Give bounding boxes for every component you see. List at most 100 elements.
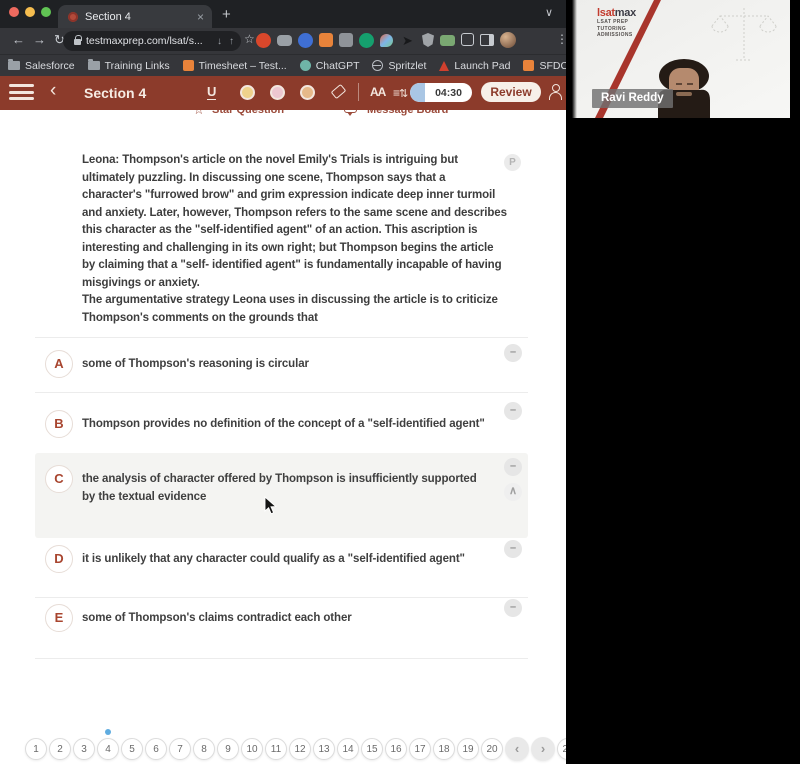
browser-window: Section 4 × + ∨ ← → ↻ testmaxprep.com/ls… — [0, 0, 566, 764]
extension-icon[interactable]: ➤ — [399, 32, 416, 49]
window-minimize-button[interactable] — [25, 7, 35, 17]
page-button-12[interactable]: 12 — [289, 738, 311, 760]
browser-tab[interactable]: Section 4 × — [58, 5, 212, 28]
extension-icon[interactable] — [339, 33, 353, 47]
bookmark-salesforce[interactable]: Salesforce — [8, 59, 75, 72]
tab-title: Section 4 — [85, 10, 131, 23]
page-button-3[interactable]: 3 — [73, 738, 95, 760]
share-icon[interactable]: ↑ — [229, 36, 234, 47]
video-tile[interactable]: lsatmax LSAT PREP TUTORING ADMISSIONS Ra… — [572, 0, 790, 118]
highlighter-orange-icon[interactable] — [300, 85, 315, 100]
tab-search-icon[interactable]: ∨ — [545, 6, 553, 19]
answer-letter-c[interactable]: C — [45, 465, 73, 493]
extensions-puzzle-icon[interactable] — [461, 33, 474, 46]
underline-tool-button[interactable]: U — [207, 84, 217, 100]
answer-text-b[interactable]: Thompson provides no definition of the c… — [82, 416, 494, 434]
mouse-cursor — [264, 496, 277, 515]
review-button[interactable]: Review — [481, 82, 541, 102]
page-button-10[interactable]: 10 — [241, 738, 263, 760]
page-button-6[interactable]: 6 — [145, 738, 167, 760]
profile-avatar[interactable] — [500, 32, 516, 48]
answer-letter-a[interactable]: A — [45, 350, 73, 378]
account-person-icon[interactable] — [548, 84, 563, 100]
page-button-17[interactable]: 17 — [409, 738, 431, 760]
bookmark-spritzlet[interactable]: Spritzlet — [372, 60, 426, 72]
shield-extension-icon[interactable] — [422, 33, 434, 47]
text-size-button[interactable]: AA — [370, 85, 386, 99]
launchpad-icon — [439, 60, 450, 71]
answer-row-e[interactable] — [0, 597, 566, 658]
extensions-area: ➤ — [256, 32, 516, 49]
answer-letter-d[interactable]: D — [45, 545, 73, 573]
extension-icon[interactable] — [319, 33, 333, 47]
bookmark-launch-pad[interactable]: Launch Pad — [439, 60, 510, 72]
page-prev-icon[interactable]: ‹ — [505, 737, 529, 761]
extension-icon[interactable] — [298, 33, 313, 48]
bookmark-star-icon[interactable]: ☆ — [244, 32, 255, 46]
chatgpt-icon — [299, 60, 311, 71]
video-edge-shade — [572, 0, 577, 118]
eliminate-answer-e-icon[interactable]: – — [504, 599, 522, 617]
install-icon[interactable]: ↓ — [217, 36, 222, 47]
eliminate-answer-b-icon[interactable]: – — [504, 402, 522, 420]
bookmark-timesheet[interactable]: Timesheet – Test... — [182, 60, 287, 72]
bookmark-training-links[interactable]: Training Links — [87, 59, 170, 72]
highlighter-pink-icon[interactable] — [270, 85, 285, 100]
page-button-11[interactable]: 11 — [265, 738, 287, 760]
answer-letter-e[interactable]: E — [45, 604, 73, 632]
page-button-9[interactable]: 9 — [217, 738, 239, 760]
screen: Section 4 × + ∨ ← → ↻ testmaxprep.com/ls… — [0, 0, 800, 764]
highlighter-yellow-icon[interactable] — [240, 85, 255, 100]
answer-text-c[interactable]: the analysis of character offered by Tho… — [82, 471, 484, 506]
answer-letter-b[interactable]: B — [45, 410, 73, 438]
extension-icon[interactable] — [380, 34, 393, 47]
page-button-5[interactable]: 5 — [121, 738, 143, 760]
page-button-13[interactable]: 13 — [313, 738, 335, 760]
side-panel-icon[interactable] — [480, 34, 494, 46]
line-spacing-icon[interactable]: ≡⇅ — [393, 86, 408, 100]
page-button-4[interactable]: 4 — [97, 738, 119, 760]
page-button-15[interactable]: 15 — [361, 738, 383, 760]
collapse-answer-c-icon[interactable]: ∧ — [504, 483, 522, 501]
timer-progress — [410, 83, 425, 102]
lsatmax-logo: lsatmax LSAT PREP TUTORING ADMISSIONS — [597, 7, 636, 38]
eliminate-answer-c-icon[interactable]: – — [504, 458, 522, 476]
timer-pill[interactable]: 04:30 — [410, 83, 472, 102]
lock-icon — [74, 35, 82, 45]
back-icon[interactable]: ← — [12, 32, 25, 47]
browser-menu-icon[interactable]: ⋮ — [556, 32, 566, 46]
eliminate-answer-d-icon[interactable]: – — [504, 540, 522, 558]
page-button-18[interactable]: 18 — [433, 738, 455, 760]
answer-text-e[interactable]: some of Thompson's claims contradict eac… — [82, 610, 494, 628]
answer-choices: A some of Thompson's reasoning is circul… — [0, 110, 566, 670]
eliminate-answer-a-icon[interactable]: – — [504, 344, 522, 362]
forward-icon[interactable]: → — [33, 32, 46, 47]
address-bar[interactable]: testmaxprep.com/lsat/s... ↓ ↑ — [63, 31, 241, 51]
bookmarks-bar: Salesforce Training Links Timesheet – Te… — [0, 54, 566, 76]
page-button-7[interactable]: 7 — [169, 738, 191, 760]
page-button-21[interactable]: 21 — [557, 738, 566, 760]
extension-icon[interactable] — [359, 33, 374, 48]
new-tab-button[interactable]: + — [222, 6, 231, 23]
page-button-2[interactable]: 2 — [49, 738, 71, 760]
divider — [35, 658, 528, 659]
page-next-icon[interactable]: › — [531, 737, 555, 761]
bookmark-sfdc[interactable]: SFDC — [523, 60, 566, 72]
window-zoom-button[interactable] — [41, 7, 51, 17]
extension-icon[interactable] — [440, 35, 455, 46]
extension-icon[interactable] — [256, 33, 271, 48]
section-back-icon[interactable]: ‹ — [50, 80, 56, 102]
extension-icon[interactable] — [277, 35, 292, 46]
bookmark-chatgpt[interactable]: ChatGPT — [299, 60, 359, 72]
answer-text-a[interactable]: some of Thompson's reasoning is circular — [82, 356, 494, 374]
page-button-19[interactable]: 19 — [457, 738, 479, 760]
page-button-14[interactable]: 14 — [337, 738, 359, 760]
page-button-16[interactable]: 16 — [385, 738, 407, 760]
answer-text-d[interactable]: it is unlikely that any character could … — [82, 551, 494, 569]
page-button-1[interactable]: 1 — [25, 738, 47, 760]
page-button-8[interactable]: 8 — [193, 738, 215, 760]
menu-hamburger-icon[interactable] — [9, 84, 34, 104]
tab-close-icon[interactable]: × — [197, 10, 204, 24]
page-button-20[interactable]: 20 — [481, 738, 503, 760]
window-close-button[interactable] — [9, 7, 19, 17]
